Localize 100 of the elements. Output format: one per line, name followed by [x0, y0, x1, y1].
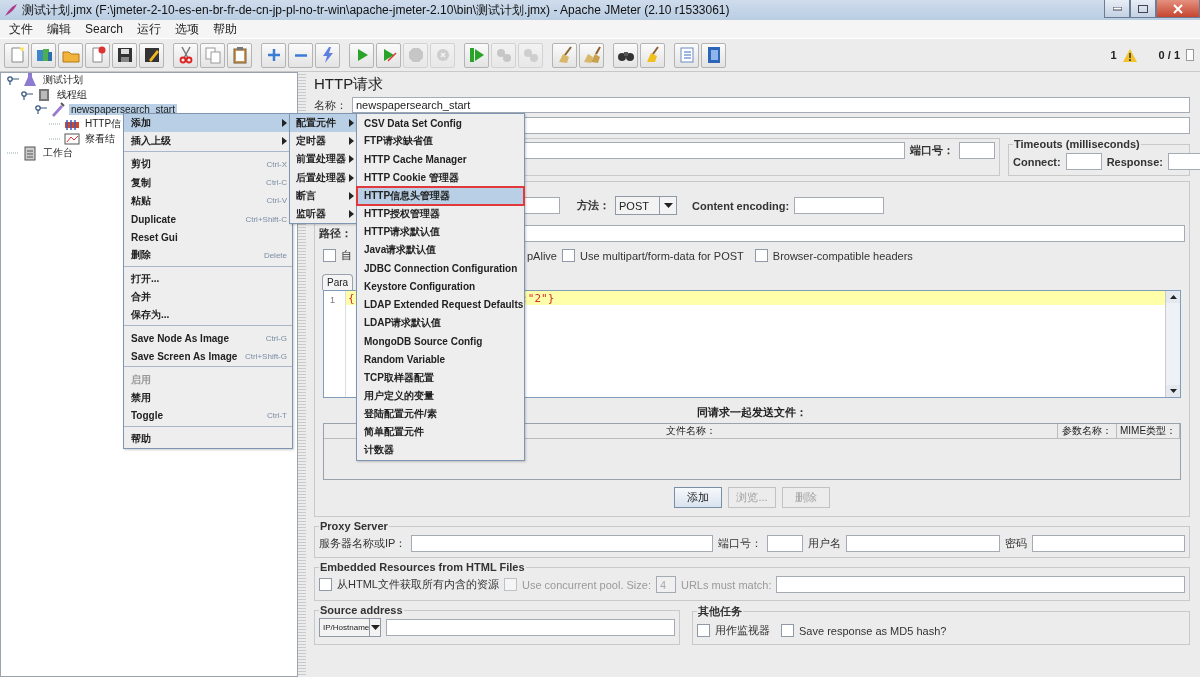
encoding-field[interactable] — [794, 197, 885, 214]
port-field[interactable] — [959, 142, 995, 159]
toolbar-button[interactable] — [613, 42, 638, 68]
menu-item[interactable]: MongoDB Source Config — [357, 332, 524, 351]
shortcut-text: Ctrl-C — [265, 178, 287, 188]
field-label: Response: — [1106, 155, 1163, 168]
menu-item[interactable]: HTTP授权管理器 — [357, 204, 524, 224]
warning-icon[interactable] — [1122, 48, 1137, 62]
connect-field[interactable] — [1065, 153, 1102, 170]
menu-item[interactable]: 选项 — [168, 20, 207, 38]
menu-item[interactable]: 粘贴 Ctrl-V — [124, 191, 292, 210]
menu-item[interactable]: HTTP Cache Manager — [357, 150, 524, 169]
menu-item[interactable]: HTTP信息头管理器 — [357, 186, 524, 205]
column-header: MIME类型： — [1117, 424, 1180, 438]
menu-item[interactable]: 合并 — [124, 287, 292, 306]
menu-item[interactable]: TCP取样器配置 — [357, 368, 524, 387]
field-label: 服务器名称或IP： — [319, 536, 407, 551]
field-label: 密码 — [1004, 536, 1027, 551]
minimize-button[interactable] — [1104, 0, 1130, 18]
tree-expander-icon[interactable] — [21, 89, 33, 100]
menu-item[interactable]: 帮助 — [206, 20, 245, 38]
close-button[interactable] — [1156, 0, 1200, 18]
tree-item[interactable]: HTTP信 — [83, 117, 124, 132]
checkbox[interactable] — [561, 249, 575, 262]
menu-item[interactable]: 插入上级 — [124, 132, 292, 151]
menu-item[interactable]: Random Variable — [357, 350, 524, 369]
menu-item[interactable]: 定时器 — [290, 132, 357, 151]
tree-expander-icon[interactable] — [7, 75, 19, 86]
address-type-select[interactable]: IP/Hostname — [319, 618, 381, 637]
checkbox[interactable] — [697, 624, 710, 637]
menu-item[interactable]: 复制 Ctrl-C — [124, 173, 292, 192]
menu-item[interactable]: 后置处理器 — [290, 168, 357, 187]
spool-icon — [36, 86, 52, 103]
menu-item[interactable]: 删除 Delete — [124, 246, 292, 265]
proxy-field[interactable] — [767, 535, 804, 552]
urls-field[interactable] — [776, 576, 1185, 593]
menu-item[interactable]: 打开... — [124, 269, 292, 288]
tree-expander-icon[interactable] — [35, 104, 47, 115]
parameters-tab[interactable]: Para — [322, 274, 354, 290]
source-address-field[interactable] — [386, 619, 675, 636]
tree-item[interactable]: 工作台 — [41, 146, 75, 161]
menu-item[interactable]: Duplicate Ctrl+Shift-C — [124, 209, 292, 229]
menu-item[interactable]: 禁用 — [124, 388, 292, 407]
menu-item[interactable]: 剪切 Ctrl-X — [124, 155, 292, 174]
field-label: URLs must match: — [680, 578, 772, 591]
field-label: 名称： — [314, 97, 347, 113]
tree-item[interactable]: 察看结 — [83, 131, 117, 146]
menu-item[interactable]: Reset Gui — [124, 228, 292, 247]
tree-item[interactable]: 线程组 — [55, 87, 89, 102]
maximize-button[interactable] — [1130, 0, 1156, 18]
menu-item[interactable]: 监听器 — [290, 204, 357, 224]
scrollbar[interactable] — [1165, 291, 1180, 397]
file-button[interactable]: 添加 — [674, 487, 722, 508]
menu-item[interactable]: Search — [78, 22, 131, 36]
menu-item[interactable]: 运行 — [130, 20, 169, 38]
menu-item[interactable]: Save Node As Image Ctrl-G — [124, 329, 292, 348]
thread-count: 0 / 1 — [1158, 49, 1180, 61]
field-label: 端口号： — [910, 143, 954, 158]
toolbar-button[interactable] — [112, 42, 137, 68]
window-title: 测试计划.jmx (F:\jmeter-2-10-es-en-br-fr-de-cn-jp-pl-no-tr-win\apache-jmeter-2.10\bin\测试计划.jmx) - Apache JMeter (2.10 r1533061) — [22, 1, 730, 19]
field-label: Connect: — [1013, 155, 1061, 168]
menu-item[interactable]: Java请求默认值 — [357, 241, 524, 260]
group-title: Proxy Server — [319, 520, 389, 532]
checkbox[interactable] — [319, 578, 332, 591]
checkbox[interactable] — [323, 249, 336, 262]
proxy-field[interactable] — [411, 535, 714, 552]
menu-item[interactable]: HTTP请求默认值 — [357, 223, 524, 242]
protocol-field[interactable] — [524, 197, 560, 214]
checkbox[interactable] — [754, 249, 768, 262]
menu-item[interactable]: 配置元件 — [290, 114, 357, 133]
menu-item[interactable]: Toggle Ctrl-T — [124, 406, 292, 425]
menu-item[interactable]: LDAP请求默认值 — [357, 314, 524, 333]
menu-item[interactable]: HTTP Cookie 管理器 — [357, 168, 524, 187]
minimize-icon — [1112, 6, 1122, 11]
response-field[interactable] — [1167, 153, 1200, 170]
menu-item[interactable]: 文件 — [2, 20, 40, 38]
toolbar-button[interactable] — [139, 42, 164, 68]
menu-item[interactable]: Save Screen As Image Ctrl+Shift-G — [124, 347, 292, 366]
feather-icon — [4, 3, 18, 17]
menu-item[interactable]: 前置处理器 — [290, 150, 357, 169]
checkbox-label: Use concurrent pool. Size: — [521, 578, 651, 591]
method-select[interactable]: POST — [615, 196, 677, 215]
flask-icon — [22, 72, 38, 89]
name-field[interactable]: newspapersearch_start — [352, 97, 1190, 113]
menu-item[interactable]: 保存为... — [124, 305, 292, 325]
menu-item[interactable]: 断言 — [290, 186, 357, 205]
checkbox[interactable] — [781, 624, 794, 637]
proxy-field[interactable] — [1031, 535, 1185, 552]
menu-item[interactable]: 添加 — [124, 114, 292, 133]
menu-item[interactable]: 登陆配置元件/素 — [357, 405, 524, 424]
menu-item[interactable]: 帮助 — [124, 430, 292, 449]
tree-item[interactable]: 测试计划 — [41, 73, 85, 88]
menu-item[interactable]: LDAP Extended Request Defaults — [357, 295, 524, 315]
menu-item[interactable]: FTP请求缺省值 — [357, 132, 524, 151]
toolbar-button[interactable] — [701, 42, 726, 68]
menu-item[interactable]: CSV Data Set Config — [357, 114, 524, 133]
menu-item[interactable]: 计数器 — [357, 441, 524, 460]
menu-item[interactable]: 编辑 — [40, 20, 78, 38]
menu-item[interactable]: JDBC Connection Configuration — [357, 259, 524, 278]
proxy-field[interactable] — [846, 535, 1000, 552]
